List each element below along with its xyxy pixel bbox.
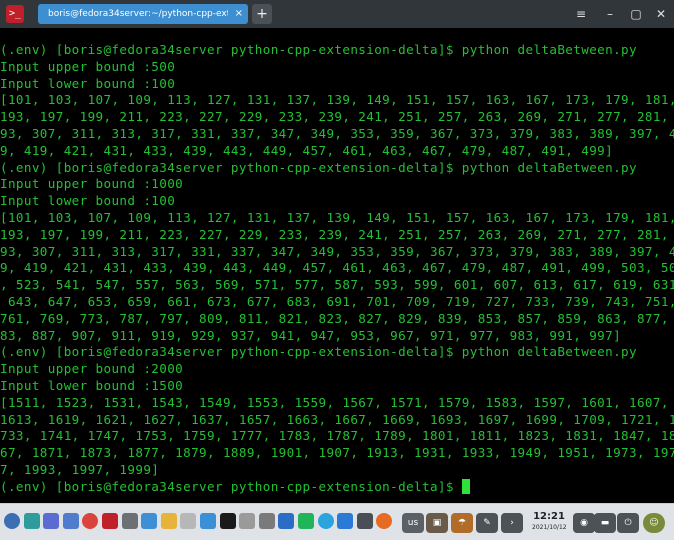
terminal-line: 1613, 1619, 1621, 1627, 1637, 1657, 1663…: [0, 411, 674, 427]
editor-icon[interactable]: [180, 513, 197, 529]
vmware-icon[interactable]: [121, 513, 138, 529]
vscode-icon[interactable]: [337, 513, 354, 529]
tab-terminal[interactable]: boris@fedora34server:~/python-cpp-extens…: [38, 4, 248, 24]
vm-icon[interactable]: [356, 513, 373, 529]
terminal-line: 67, 1871, 1873, 1877, 1879, 1889, 1901, …: [0, 445, 674, 461]
terminal-line: 93, 307, 311, 313, 317, 331, 337, 347, 3…: [0, 125, 674, 141]
power-icon[interactable]: ⏻: [617, 513, 639, 533]
terminal-prompt-line[interactable]: (.env) [boris@fedora34server python-cpp-…: [0, 478, 674, 494]
chrome-icon[interactable]: [82, 513, 99, 529]
taskbar: us ▣ ☂ ✎ › 12:21 2021/10/12 ◉ ▬ ⏻ ☺: [0, 503, 674, 540]
terminal-line: Input lower bound :100: [0, 193, 176, 209]
vpn-icon[interactable]: [141, 513, 158, 529]
menu-icon[interactable]: ≡: [572, 5, 590, 23]
clock[interactable]: 12:21 2021/10/12: [532, 511, 567, 532]
keyboard-layout-indicator[interactable]: us: [402, 513, 424, 533]
terminal-icon[interactable]: [102, 513, 118, 529]
terminal-line: 9, 419, 421, 431, 433, 439, 443, 449, 45…: [0, 142, 614, 158]
file-manager-icon[interactable]: [23, 513, 40, 529]
chevron-right-icon[interactable]: ›: [501, 513, 523, 533]
terminal-line: (.env) [boris@fedora34server python-cpp-…: [0, 42, 637, 57]
settings-icon[interactable]: [43, 513, 60, 529]
terminal-line: (.env) [boris@fedora34server python-cpp-…: [0, 159, 637, 175]
maximize-icon[interactable]: ▢: [627, 5, 645, 23]
terminal-line: Input lower bound :100: [0, 75, 176, 91]
terminal-line: [101, 103, 107, 109, 113, 127, 131, 137,…: [0, 209, 674, 225]
avatar[interactable]: ☺: [643, 513, 665, 533]
firefox-icon[interactable]: [376, 513, 393, 529]
tab-title: boris@fedora34server:~/python-cpp-extens…: [48, 9, 228, 19]
close-icon[interactable]: ✕: [652, 5, 670, 23]
package-icon[interactable]: ▣: [426, 513, 448, 533]
new-tab-button[interactable]: +: [252, 4, 272, 24]
tab-close-icon[interactable]: ×: [235, 4, 243, 24]
terminal-prompt: (.env) [boris@fedora34server python-cpp-…: [0, 478, 462, 494]
fedora-icon[interactable]: [4, 513, 20, 529]
tools-icon[interactable]: ✎: [476, 513, 498, 533]
phone-icon[interactable]: [278, 513, 295, 529]
terminal-line: Input upper bound :1000: [0, 176, 184, 192]
terminal-line: Input lower bound :1500: [0, 377, 184, 393]
terminal-line: Input upper bound :2000: [0, 361, 184, 377]
terminal-output[interactable]: (.env) [boris@fedora34server python-cpp-…: [0, 42, 674, 494]
notifications-icon[interactable]: ◉: [573, 513, 595, 533]
terminal-line: [1511, 1523, 1531, 1543, 1549, 1553, 155…: [0, 394, 674, 410]
terminal-line: , 523, 541, 547, 557, 563, 569, 571, 577…: [0, 277, 674, 293]
terminal-line: 643, 647, 653, 659, 661, 673, 677, 683, …: [0, 293, 674, 309]
weather-icon[interactable]: ☂: [451, 513, 473, 533]
terminal-line: 93, 307, 311, 313, 317, 331, 337, 347, 3…: [0, 243, 674, 259]
telegram-icon[interactable]: [317, 513, 334, 529]
system-monitor-icon[interactable]: [62, 513, 79, 529]
software-icon[interactable]: [200, 513, 216, 529]
clock-time: 12:21: [533, 511, 565, 522]
title-bar: >_ boris@fedora34server:~/python-cpp-ext…: [0, 0, 674, 28]
terminal-line: (.env) [boris@fedora34server python-cpp-…: [0, 344, 637, 360]
terminal-icon[interactable]: >_: [6, 5, 24, 23]
terminal-line: 9, 419, 421, 431, 433, 439, 443, 449, 45…: [0, 260, 674, 276]
jetbrains-icon[interactable]: [219, 513, 236, 529]
clock-date: 2021/10/12: [532, 524, 567, 531]
terminal-line: 193, 197, 199, 211, 223, 227, 229, 233, …: [0, 109, 674, 125]
terminal-line: 733, 1741, 1747, 1753, 1759, 1777, 1783,…: [0, 428, 674, 444]
terminal-line: 193, 197, 199, 211, 223, 227, 229, 233, …: [0, 226, 674, 242]
terminal-line: 83, 887, 907, 911, 919, 929, 937, 941, 9…: [0, 327, 622, 343]
terminal-line: 7, 1993, 1997, 1999]: [0, 461, 160, 477]
terminal-line: 761, 769, 773, 787, 797, 809, 811, 821, …: [0, 310, 674, 326]
notes-icon[interactable]: [160, 513, 177, 529]
minimize-icon[interactable]: –: [601, 5, 619, 23]
pycharm-icon[interactable]: [298, 513, 314, 529]
terminal-line: Input upper bound :500: [0, 58, 176, 74]
window-icon[interactable]: ▬: [594, 513, 616, 533]
disks-icon[interactable]: [258, 513, 275, 529]
terminal-line: [101, 103, 107, 109, 113, 127, 131, 137,…: [0, 92, 674, 108]
terminal-cursor: [461, 478, 470, 494]
media-icon[interactable]: [239, 513, 256, 529]
